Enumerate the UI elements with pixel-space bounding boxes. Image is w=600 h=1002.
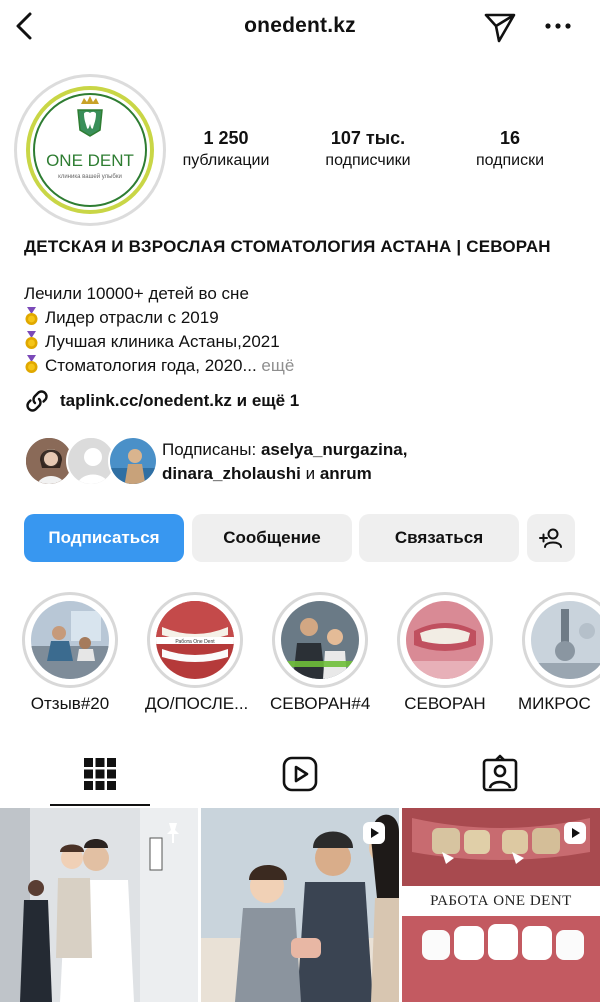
highlight-5-cover: [531, 601, 600, 679]
highlight-1[interactable]: Отзыв#20: [20, 592, 120, 714]
bio-line-2-text: Лидер отрасли с 2019: [45, 308, 219, 327]
logo-text: ONE DENT: [46, 151, 134, 170]
bio-line-4: Стоматология года, 2020... ещё: [24, 355, 294, 377]
add-person-icon: [539, 528, 562, 548]
grid-icon[interactable]: [80, 754, 120, 794]
more-icon[interactable]: [540, 14, 576, 38]
back-icon[interactable]: [10, 8, 40, 44]
highlight-2-label: ДО/ПОСЛЕ...: [145, 694, 249, 713]
highlight-5[interactable]: МИКРОС: [518, 592, 600, 714]
followed-by[interactable]: Подписаны: aselya_nurgazina, dinara_zhol…: [24, 436, 584, 490]
followed-by-prefix: Подписаны:: [162, 440, 257, 459]
stat-following[interactable]: 16 подписки: [462, 127, 558, 172]
stat-posts[interactable]: 1 250 публикации: [170, 127, 282, 172]
stat-posts-label: публикации: [182, 152, 270, 169]
bio-line-4-text: Стоматология года, 2020...: [45, 356, 257, 375]
stat-followers-value: 107 тыс.: [330, 128, 406, 148]
bio-link[interactable]: taplink.cc/onedent.kz и ещё 1: [24, 388, 299, 414]
highlight-5-label: МИКРОС: [518, 694, 591, 713]
medal-icon: [25, 355, 38, 373]
stat-following-label: подписки: [475, 152, 545, 169]
highlight-2-cover: Работа One Dent: [156, 601, 234, 679]
stat-posts-value: 1 250: [203, 128, 249, 148]
medal-icon: [25, 307, 38, 325]
followed-by-user-3[interactable]: anrum: [320, 464, 372, 483]
posts-grid: РАБОТА ONE DENT: [0, 808, 600, 1002]
highlight-3-cover: [281, 601, 359, 679]
highlight-4-cover: [406, 601, 484, 679]
bio-line-1: Лечили 10000+ детей во сне: [24, 284, 249, 303]
content-tabs: [0, 740, 600, 808]
highlight-3-label: СЕВОРАН#4: [270, 694, 371, 713]
post-2[interactable]: [201, 808, 399, 1002]
followed-by-conj: и: [305, 464, 316, 483]
pin-icon: [167, 823, 179, 843]
medal-icon: [25, 331, 38, 349]
follower-avatar-3: [108, 436, 158, 486]
post-3-caption: РАБОТА ONE DENT: [402, 886, 600, 916]
bio-more-link[interactable]: ещё: [261, 356, 294, 375]
active-tab-indicator: [50, 804, 150, 806]
bio-name: ДЕТСКАЯ И ВЗРОСЛАЯ СТОМАТОЛОГИЯ АСТАНА |…: [24, 237, 551, 256]
follow-button[interactable]: Подписаться: [24, 514, 184, 562]
message-button[interactable]: Сообщение: [192, 514, 352, 562]
avatar[interactable]: ONE DENT клиника вашей улыбки: [24, 84, 156, 216]
highlight-1-cover: [31, 601, 109, 679]
highlight-2[interactable]: Работа One Dent ДО/ПОСЛЕ...: [145, 592, 249, 714]
highlight-3[interactable]: СЕВОРАН#4: [270, 592, 370, 714]
highlight-2-small-text: Работа One Dent: [175, 639, 215, 645]
followed-by-text: Подписаны: aselya_nurgazina, dinara_zhol…: [162, 438, 592, 486]
video-icon: [363, 822, 385, 844]
stat-following-value: 16: [499, 128, 521, 148]
highlight-4-label: СЕВОРАН: [404, 694, 486, 713]
one-dent-logo: ONE DENT клиника вашей улыбки: [26, 86, 154, 214]
reels-icon[interactable]: [280, 754, 320, 794]
post-1[interactable]: [0, 808, 198, 1002]
link-icon: [26, 390, 48, 412]
suggest-users-button[interactable]: [527, 514, 575, 562]
highlight-4[interactable]: СЕВОРАН: [395, 592, 495, 714]
contact-button[interactable]: Связаться: [359, 514, 519, 562]
followed-by-user-2[interactable]: dinara_zholaushi: [162, 464, 301, 483]
send-icon[interactable]: [482, 9, 518, 45]
tagged-icon[interactable]: [480, 754, 520, 794]
top-bar: onedent.kz: [0, 0, 600, 54]
video-icon: [564, 822, 586, 844]
followed-by-user-1[interactable]: aselya_nurgazina,: [261, 440, 407, 459]
highlight-1-label: Отзыв#20: [30, 694, 110, 713]
logo-tagline: клиника вашей улыбки: [58, 173, 122, 180]
bio-line-3-text: Лучшая клиника Астаны,2021: [45, 332, 280, 351]
stat-followers-label: подписчики: [325, 152, 411, 169]
bio-link-text: taplink.cc/onedent.kz и ещё 1: [60, 391, 300, 410]
stat-followers[interactable]: 107 тыс. подписчики: [310, 127, 426, 172]
bio-line-3: Лучшая клиника Астаны,2021: [24, 331, 280, 353]
post-3[interactable]: РАБОТА ONE DENT: [402, 808, 600, 1002]
bio-line-2: Лидер отрасли с 2019: [24, 307, 219, 329]
